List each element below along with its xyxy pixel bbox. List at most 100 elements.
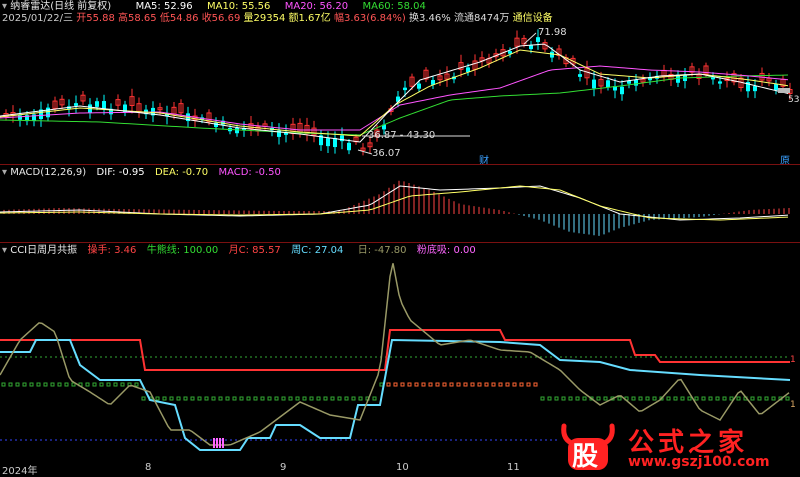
orange-dot-marker: [449, 382, 454, 387]
green-dot-marker: [8, 382, 13, 387]
green-dot-marker: [22, 382, 27, 387]
green-dot-marker: [694, 396, 699, 401]
green-dot-marker: [281, 396, 286, 401]
orange-dot-marker: [428, 382, 433, 387]
green-dot-marker: [568, 396, 573, 401]
dea-label: DEA: -0.70: [154, 167, 209, 178]
collapse-icon[interactable]: ▾: [2, 167, 7, 178]
candle-down: [774, 84, 778, 91]
green-dot-marker: [722, 396, 727, 401]
green-dot-marker: [764, 396, 769, 401]
green-dot-marker: [561, 396, 566, 401]
change-label: 幅3.63(6.84%): [333, 13, 406, 24]
low-price-annotation: 36.07: [372, 148, 401, 159]
ma20-label: MA20: 56.20: [284, 1, 349, 12]
orange-dot-marker: [519, 382, 524, 387]
panel-separator-1[interactable]: [0, 164, 800, 165]
orange-dot-marker: [386, 382, 391, 387]
right-price-marker: [778, 88, 790, 93]
green-dot-marker: [85, 382, 90, 387]
candle-down: [403, 87, 407, 91]
main-header-row-2: 2025/01/22/三 开55.88 高58.65 低54.86 收56.69…: [2, 13, 553, 25]
green-dot-marker: [239, 396, 244, 401]
green-dot-marker: [316, 396, 321, 401]
green-dot-marker: [666, 396, 671, 401]
green-dot-marker: [729, 396, 734, 401]
green-dot-marker: [120, 382, 125, 387]
chart-canvas[interactable]: [0, 0, 800, 474]
orange-dot-marker: [533, 382, 538, 387]
green-dot-marker: [260, 396, 265, 401]
low-label: 低54.86: [159, 13, 199, 24]
candle-down: [347, 142, 351, 151]
panel-separator-2[interactable]: [0, 242, 800, 243]
ma5-label: MA5: 52.96: [135, 1, 193, 12]
industry-label: 通信设备: [512, 13, 553, 24]
green-dot-marker: [113, 382, 118, 387]
candle-down: [74, 103, 78, 106]
green-dot-marker: [218, 396, 223, 401]
x-axis-label: 9: [280, 462, 287, 473]
green-dot-marker: [36, 382, 41, 387]
green-dot-marker: [232, 396, 237, 401]
green-dot-marker: [15, 382, 20, 387]
cci-right-label-1: 1: [790, 355, 796, 365]
green-dot-marker: [736, 396, 741, 401]
orange-dot-marker: [491, 382, 496, 387]
green-dot-marker: [141, 396, 146, 401]
green-dot-marker: [190, 396, 195, 401]
candle-down: [102, 101, 106, 109]
collapse-icon[interactable]: ▾: [2, 245, 7, 256]
green-dot-marker: [673, 396, 678, 401]
x-axis-label: 11: [507, 462, 520, 473]
main-header-row-1: ▾ 纳睿雷达(日线 前复权) MA5: 52.96 MA10: 55.56 MA…: [2, 1, 426, 13]
candle-down: [753, 86, 757, 92]
high-price-annotation: 71.98: [538, 27, 567, 38]
green-dot-marker: [134, 382, 139, 387]
green-dot-marker: [771, 396, 776, 401]
candle-down: [606, 80, 610, 88]
orange-dot-marker: [470, 382, 475, 387]
green-dot-marker: [575, 396, 580, 401]
cci-item-weekly: 周C: 27.04: [291, 245, 344, 256]
green-dot-marker: [106, 382, 111, 387]
green-dot-marker: [638, 396, 643, 401]
cci-item-fendixi: 粉底吸: 0.00: [416, 245, 476, 256]
ma5-line: [0, 43, 789, 143]
green-dot-marker: [687, 396, 692, 401]
cci-right-label-2: 1: [790, 400, 796, 410]
orange-dot-marker: [526, 382, 531, 387]
candle-down: [634, 79, 638, 86]
green-dot-marker: [246, 396, 251, 401]
green-dot-marker: [680, 396, 685, 401]
green-dot-marker: [50, 382, 55, 387]
orange-dot-marker: [400, 382, 405, 387]
candle-down: [711, 77, 715, 80]
dif-label: DIF: -0.95: [96, 167, 145, 178]
candle-down: [95, 101, 99, 107]
high-label: 高58.65: [118, 13, 157, 24]
stock-title[interactable]: 纳睿雷达(日线 前复权): [10, 1, 111, 12]
collapse-icon[interactable]: ▾: [2, 1, 7, 12]
candle-down: [235, 127, 239, 134]
cci-title[interactable]: CCI日周月共振: [10, 245, 77, 256]
cci-item-caoshou: 操手: 3.46: [87, 245, 137, 256]
green-dot-marker: [183, 396, 188, 401]
candle-down: [592, 79, 596, 89]
green-dot-marker: [99, 382, 104, 387]
orange-dot-marker: [484, 382, 489, 387]
green-dot-marker: [323, 396, 328, 401]
orange-dot-marker: [512, 382, 517, 387]
candle-down: [718, 81, 722, 84]
daily-cci-line: [0, 263, 790, 446]
close-label: 收56.69: [201, 13, 241, 24]
green-dot-marker: [288, 396, 293, 401]
brand-url[interactable]: www.gszj100.com: [628, 454, 770, 470]
green-dot-marker: [652, 396, 657, 401]
orange-dot-marker: [435, 382, 440, 387]
monthly-cci-line: [0, 329, 790, 371]
green-dot-marker: [155, 396, 160, 401]
macd-title[interactable]: MACD(12,26,9): [10, 167, 86, 178]
candle-down: [578, 74, 582, 77]
orange-dot-marker: [414, 382, 419, 387]
